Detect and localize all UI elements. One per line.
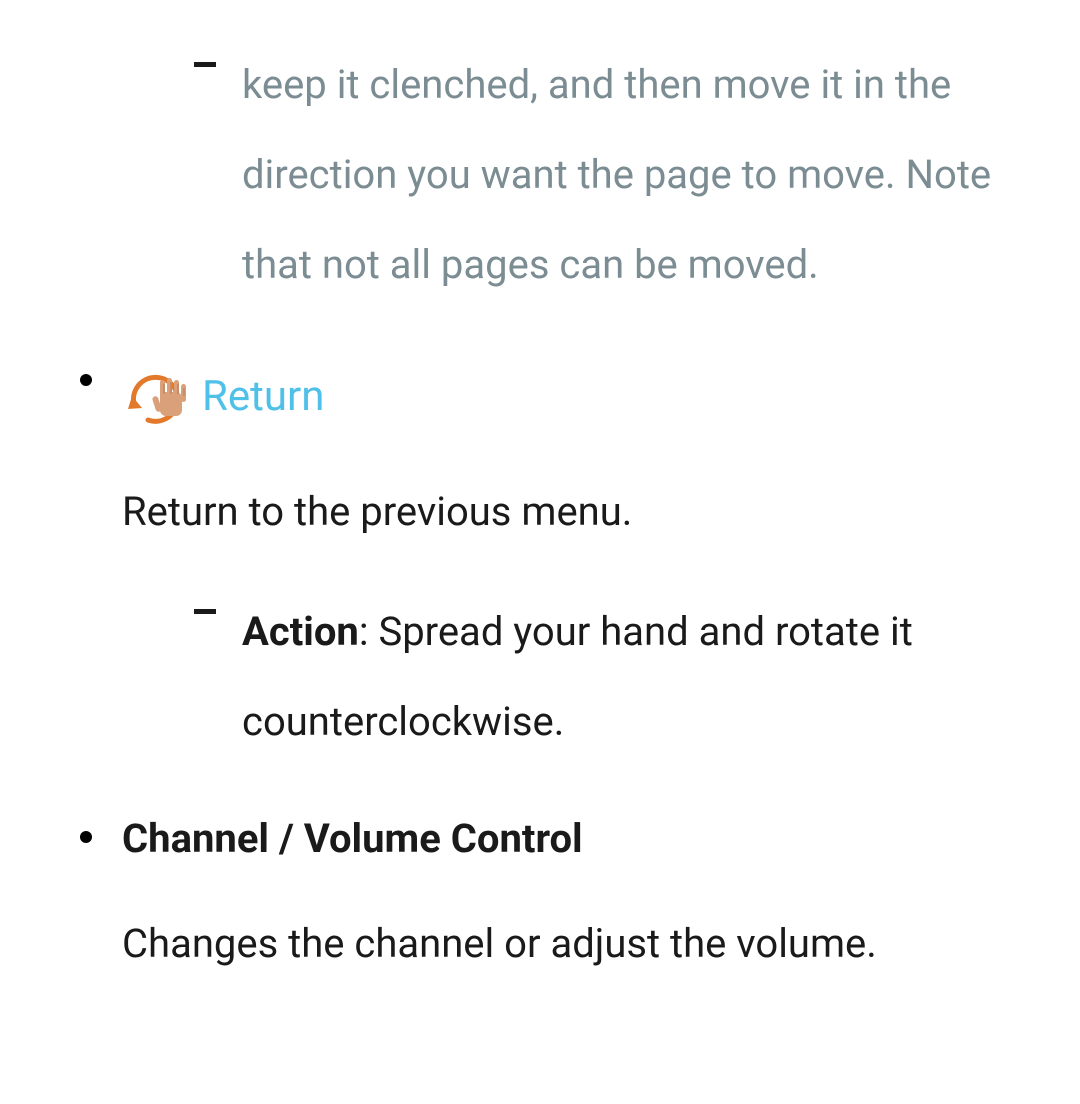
item-description: Changes the channel or adjust the volume…	[122, 899, 1050, 989]
gesture-list: keep it clenched, and then move it in th…	[30, 40, 1050, 989]
action-label: Action	[242, 608, 359, 655]
sub-list: keep it clenched, and then move it in th…	[122, 40, 1050, 310]
list-item-channel-volume: Channel / Volume Control Changes the cha…	[30, 807, 1050, 989]
item-title: Return	[202, 350, 324, 445]
action-continuation: keep it clenched, and then move it in th…	[242, 61, 991, 288]
sub-item: keep it clenched, and then move it in th…	[182, 40, 1050, 310]
list-item: keep it clenched, and then move it in th…	[30, 40, 1050, 310]
sub-item: Action: Spread your hand and rotate it c…	[182, 587, 1050, 767]
list-item-return: Return Return to the previous menu. Acti…	[30, 350, 1050, 767]
item-title: Channel / Volume Control	[122, 807, 1050, 871]
sub-list: Action: Spread your hand and rotate it c…	[122, 587, 1050, 767]
item-title-row: Return	[122, 350, 1050, 445]
rotate-hand-icon	[122, 362, 192, 432]
item-description: Return to the previous menu.	[122, 467, 1050, 557]
